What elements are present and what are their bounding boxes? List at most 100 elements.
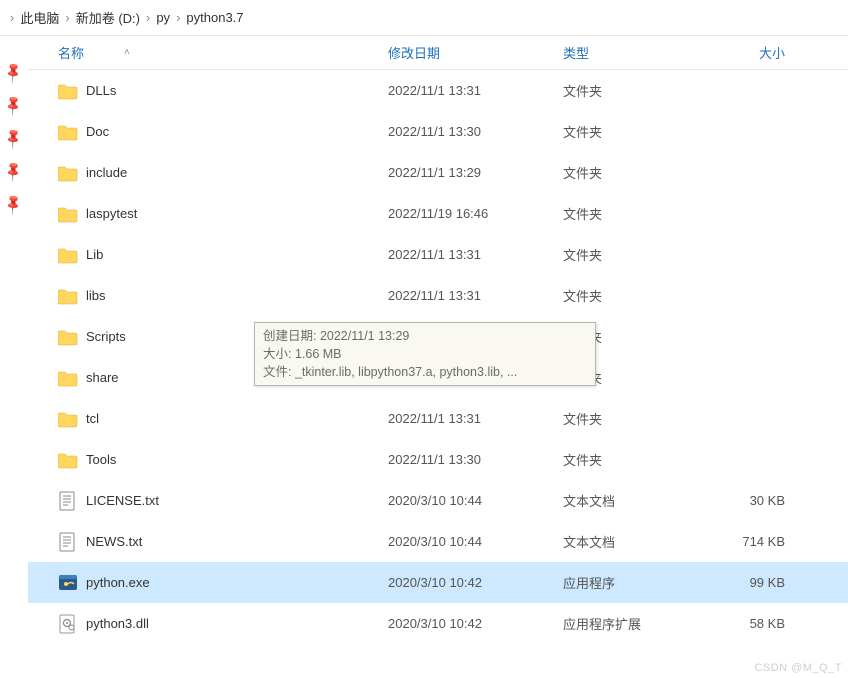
quick-access-pins: 📌 📌 📌 📌 📌: [0, 36, 28, 678]
file-type: 文件夹: [563, 409, 703, 428]
crumb-item[interactable]: py: [156, 10, 170, 25]
crumb-item[interactable]: python3.7: [186, 10, 243, 25]
file-name-cell[interactable]: python.exe: [58, 573, 388, 593]
file-type: 文本文档: [563, 532, 703, 551]
file-name: Tools: [86, 452, 116, 467]
folder-icon: [58, 122, 78, 142]
file-size: 58 KB: [703, 616, 803, 631]
file-type: 文本文档: [563, 491, 703, 510]
file-name: share: [86, 370, 119, 385]
folder-icon: [58, 450, 78, 470]
txt-icon: [58, 532, 78, 552]
file-row[interactable]: LICENSE.txt2020/3/10 10:44文本文档30 KB: [28, 480, 848, 521]
file-name-cell[interactable]: Tools: [58, 450, 388, 470]
file-name: Lib: [86, 247, 103, 262]
pin-icon[interactable]: 📌: [2, 126, 26, 150]
file-date: 2022/11/1 13:31: [388, 247, 563, 262]
file-row[interactable]: python.exe 2020/3/10 10:42应用程序99 KB: [28, 562, 848, 603]
file-row[interactable]: Tools2022/11/1 13:30文件夹: [28, 439, 848, 480]
file-name-cell[interactable]: NEWS.txt: [58, 532, 388, 552]
breadcrumb[interactable]: › 此电脑 › 新加卷 (D:) › py › python3.7: [0, 0, 848, 36]
pin-icon[interactable]: 📌: [2, 93, 26, 117]
folder-tooltip: 创建日期: 2022/11/1 13:29 大小: 1.66 MB 文件: _t…: [254, 322, 596, 386]
file-date: 2020/3/10 10:42: [388, 616, 563, 631]
file-date: 2022/11/19 16:46: [388, 206, 563, 221]
pin-icon[interactable]: 📌: [2, 159, 26, 183]
file-name-cell[interactable]: laspytest: [58, 204, 388, 224]
watermark: CSDN @M_Q_T: [754, 662, 842, 674]
file-row[interactable]: NEWS.txt 2020/3/10 10:44文本文档714 KB: [28, 521, 848, 562]
file-size: 714 KB: [703, 534, 803, 549]
file-name-cell[interactable]: python3.dll: [58, 614, 388, 634]
file-type: 应用程序: [563, 573, 703, 592]
file-date: 2022/11/1 13:30: [388, 124, 563, 139]
column-header-date[interactable]: 修改日期: [388, 43, 563, 62]
file-row[interactable]: include 2022/11/1 13:29文件夹: [28, 152, 848, 193]
file-type: 文件夹: [563, 204, 703, 223]
file-date: 2022/11/1 13:30: [388, 452, 563, 467]
exe-icon: [58, 573, 78, 593]
folder-icon: [58, 204, 78, 224]
file-date: 2020/3/10 10:44: [388, 534, 563, 549]
column-header-size[interactable]: 大小: [703, 43, 803, 62]
file-name-cell[interactable]: LICENSE.txt: [58, 491, 388, 511]
tooltip-files: 文件: _tkinter.lib, libpython37.a, python3…: [263, 363, 587, 381]
file-type: 文件夹: [563, 81, 703, 100]
file-date: 2020/3/10 10:42: [388, 575, 563, 590]
file-name-cell[interactable]: Lib: [58, 245, 388, 265]
dll-icon: [58, 614, 78, 634]
file-name-cell[interactable]: include: [58, 163, 388, 183]
file-type: 文件夹: [563, 286, 703, 305]
file-row[interactable]: libs 2022/11/1 13:31文件夹: [28, 275, 848, 316]
file-name-cell[interactable]: tcl: [58, 409, 388, 429]
file-date: 2022/11/1 13:29: [388, 165, 563, 180]
chevron-right-icon: ›: [140, 10, 156, 25]
file-name: NEWS.txt: [86, 534, 142, 549]
folder-icon: [58, 368, 78, 388]
crumb-item[interactable]: 新加卷 (D:): [76, 8, 140, 27]
file-name: include: [86, 165, 127, 180]
file-date: 2022/11/1 13:31: [388, 288, 563, 303]
file-name-cell[interactable]: libs: [58, 286, 388, 306]
file-name: laspytest: [86, 206, 137, 221]
file-date: 2022/11/1 13:31: [388, 411, 563, 426]
file-type: 文件夹: [563, 163, 703, 182]
file-row[interactable]: tcl 2022/11/1 13:31文件夹: [28, 398, 848, 439]
sort-ascending-icon[interactable]: ˄: [124, 47, 130, 58]
chevron-right-icon: ›: [4, 10, 20, 25]
file-row[interactable]: Lib 2022/11/1 13:31文件夹: [28, 234, 848, 275]
folder-icon: [58, 245, 78, 265]
file-name: LICENSE.txt: [86, 493, 159, 508]
file-row[interactable]: laspytest 2022/11/19 16:46文件夹: [28, 193, 848, 234]
file-type: 文件夹: [563, 122, 703, 141]
folder-icon: [58, 163, 78, 183]
file-type: 应用程序扩展: [563, 614, 703, 633]
file-name: DLLs: [86, 83, 116, 98]
column-header-name[interactable]: 名称: [58, 43, 84, 62]
file-row[interactable]: python3.dll2020/3/10 10:42应用程序扩展58 KB: [28, 603, 848, 644]
crumb-item[interactable]: 此电脑: [20, 8, 59, 27]
file-name: Scripts: [86, 329, 126, 344]
column-headers: 名称 ˄ 修改日期 类型 大小: [28, 36, 848, 70]
file-name-cell[interactable]: DLLs: [58, 81, 388, 101]
tooltip-created: 创建日期: 2022/11/1 13:29: [263, 327, 587, 345]
folder-icon: [58, 409, 78, 429]
file-name: tcl: [86, 411, 99, 426]
file-name: python.exe: [86, 575, 150, 590]
pin-icon[interactable]: 📌: [2, 60, 26, 84]
folder-icon: [58, 81, 78, 101]
file-row[interactable]: DLLs 2022/11/1 13:31文件夹: [28, 70, 848, 111]
file-date: 2020/3/10 10:44: [388, 493, 563, 508]
file-size: 99 KB: [703, 575, 803, 590]
file-name: libs: [86, 288, 106, 303]
txt-icon: [58, 491, 78, 511]
file-row[interactable]: Doc2022/11/1 13:30文件夹: [28, 111, 848, 152]
file-date: 2022/11/1 13:31: [388, 83, 563, 98]
chevron-right-icon: ›: [59, 10, 75, 25]
column-header-type[interactable]: 类型: [563, 43, 703, 62]
chevron-right-icon: ›: [170, 10, 186, 25]
file-name-cell[interactable]: Doc: [58, 122, 388, 142]
folder-icon: [58, 286, 78, 306]
file-type: 文件夹: [563, 245, 703, 264]
pin-icon[interactable]: 📌: [2, 192, 26, 216]
